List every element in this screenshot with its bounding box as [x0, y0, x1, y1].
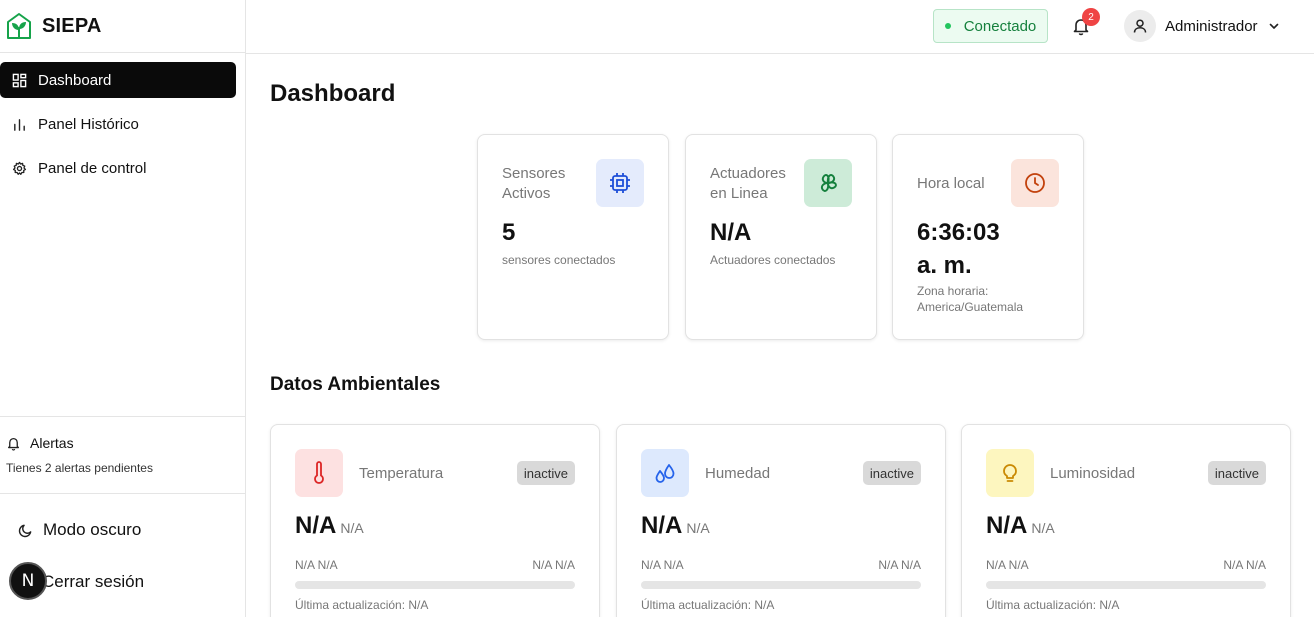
- sidebar-item-control[interactable]: Panel de control: [0, 150, 236, 186]
- range-max: N/A N/A: [1223, 558, 1266, 572]
- sidebar-item-label: Panel Histórico: [38, 115, 139, 133]
- sensor-value: N/A N/A: [641, 512, 710, 539]
- sensor-name: Temperatura: [359, 465, 444, 482]
- range-bar: [986, 581, 1266, 589]
- sidebar-nav: Dashboard Panel Histórico Panel de contr…: [0, 53, 245, 186]
- env-card-temperatura: Temperatura inactive N/A N/A N/A N/A N/A …: [270, 424, 600, 617]
- status-dot-icon: [944, 23, 951, 29]
- stat-card-actuadores: Actuadores en Linea N/A Actuadores conect…: [685, 134, 877, 340]
- sidebar-item-label: Dashboard: [38, 71, 112, 89]
- sensor-value: N/A N/A: [986, 512, 1055, 539]
- sidebar: SIEPA Dashboard Panel Histórico Panel de…: [0, 0, 246, 617]
- range-min: N/A N/A: [641, 558, 684, 572]
- stat-subtitle: sensores conectados: [502, 253, 616, 267]
- stat-card-sensores: Sensores Activos 5 sensores conectados: [477, 134, 669, 340]
- bell-icon: [7, 437, 20, 451]
- brand[interactable]: SIEPA: [0, 0, 245, 53]
- sensor-name: Luminosidad: [1050, 465, 1136, 482]
- local-time-value: 6:36:03 a. m.: [917, 219, 1000, 279]
- chip-icon: [596, 159, 644, 207]
- alerts-subtitle: Tienes 2 alertas pendientes: [6, 461, 153, 475]
- range-max: N/A N/A: [532, 558, 575, 572]
- sidebar-item-label: Panel de control: [38, 159, 147, 177]
- droplets-icon: [641, 449, 689, 497]
- last-updated: Última actualización: N/A: [986, 598, 1120, 612]
- connection-status-text: Conectado: [963, 17, 1037, 35]
- thermometer-icon: [295, 449, 343, 497]
- gear-icon: [11, 160, 27, 176]
- page-title: Dashboard: [270, 80, 396, 107]
- sidebar-item-historico[interactable]: Panel Histórico: [0, 106, 236, 142]
- nextjs-dev-badge[interactable]: N: [9, 562, 47, 600]
- alerts-panel[interactable]: Alertas Tienes 2 alertas pendientes: [0, 416, 245, 494]
- range-min: N/A N/A: [295, 558, 338, 572]
- app-name: SIEPA: [42, 14, 102, 37]
- stat-value: 5: [502, 219, 516, 246]
- status-badge: inactive: [1207, 461, 1266, 485]
- last-updated: Última actualización: N/A: [295, 598, 429, 612]
- range-min: N/A N/A: [986, 558, 1029, 572]
- dashboard-grid-icon: [11, 72, 27, 88]
- env-card-humedad: Humedad inactive N/A N/A N/A N/A N/A N/A …: [616, 424, 946, 617]
- chevron-down-icon: [1269, 23, 1278, 29]
- stat-subtitle: Actuadores conectados: [710, 253, 836, 267]
- greenhouse-logo-icon: [7, 13, 31, 39]
- range-bar: [295, 581, 575, 589]
- status-badge: inactive: [862, 461, 921, 485]
- range-bar: [641, 581, 921, 589]
- connection-status-badge: Conectado: [933, 9, 1048, 43]
- avatar: [1124, 10, 1156, 42]
- stat-label: Actuadores en Linea: [710, 165, 786, 202]
- stat-label: Hora local: [917, 175, 985, 192]
- notification-count-badge: 2: [1082, 8, 1100, 26]
- user-menu[interactable]: Administrador: [1124, 10, 1280, 42]
- sensor-name: Humedad: [705, 465, 771, 482]
- logout-label: Cerrar sesión: [42, 572, 145, 591]
- moon-icon: [18, 524, 32, 537]
- dark-mode-label: Modo oscuro: [43, 520, 142, 539]
- alerts-title: Alertas: [6, 435, 245, 451]
- last-updated: Última actualización: N/A: [641, 598, 775, 612]
- user-name: Administrador: [1165, 17, 1258, 35]
- range-max: N/A N/A: [878, 558, 921, 572]
- status-badge: inactive: [516, 461, 575, 485]
- timezone-label: Zona horaria: America/Guatemala: [917, 284, 1024, 314]
- stat-label: Sensores Activos: [502, 165, 566, 202]
- logout-button[interactable]: Cerrar sesión: [42, 572, 144, 592]
- dark-mode-button[interactable]: Modo oscuro: [18, 520, 141, 540]
- user-icon: [1133, 19, 1147, 33]
- stat-value: N/A: [710, 219, 752, 246]
- stat-card-hora: Hora local 6:36:03 a. m. Zona horaria: Ame…: [892, 134, 1084, 340]
- sidebar-item-dashboard[interactable]: Dashboard: [0, 62, 236, 98]
- sensor-value: N/A N/A: [295, 512, 364, 539]
- alerts-title-text: Alertas: [30, 435, 74, 451]
- clock-icon: [1011, 159, 1059, 207]
- top-header: Conectado 2 Administrador: [246, 0, 1314, 54]
- fan-icon: [804, 159, 852, 207]
- env-card-luminosidad: Luminosidad inactive N/A N/A N/A N/A N/A …: [961, 424, 1291, 617]
- section-title: Datos Ambientales: [270, 374, 441, 395]
- bar-chart-icon: [11, 116, 27, 132]
- lightbulb-icon: [986, 449, 1034, 497]
